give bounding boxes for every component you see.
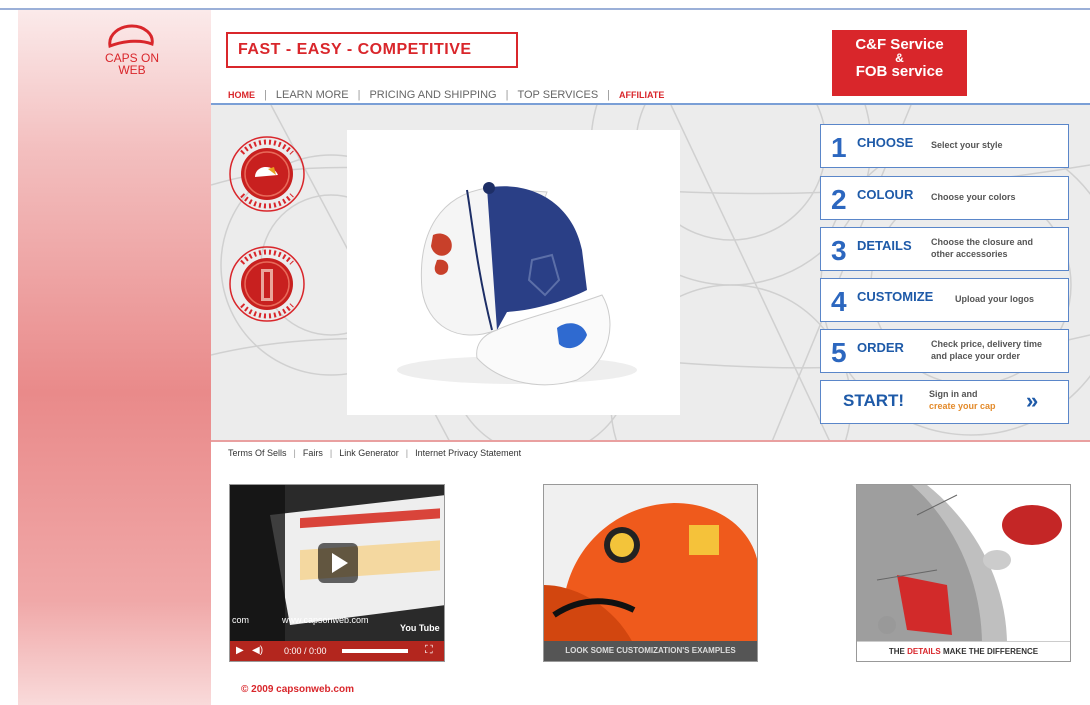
link-generator[interactable]: Link Generator (339, 448, 399, 458)
step-customize[interactable]: 4 CUSTOMIZE Upload your logos (820, 278, 1069, 322)
link-separator: | (293, 448, 296, 458)
fullscreen-icon[interactable]: ⛶ (425, 644, 433, 657)
link-separator: | (329, 448, 333, 458)
video-controls: ▶ ◀) 0:00 / 0:00 ⛶ (230, 641, 444, 661)
details-thumb[interactable]: THE DETAILS MAKE THE DIFFERENCE (856, 484, 1071, 662)
step-choose[interactable]: 1 CHOOSE Select your style (820, 124, 1069, 168)
top-quality-embroidery-seal-icon (229, 246, 305, 322)
video-player[interactable]: com www.capsonweb.com You Tube ▶ ◀) 0:00… (229, 484, 445, 662)
site-logo[interactable]: CAPS ON WEB (97, 22, 167, 102)
step-number: 5 (831, 337, 847, 368)
step-title: CUSTOMIZE (857, 289, 934, 304)
top-quality-cap-seal-icon (229, 136, 305, 212)
logo-text-line2: WEB (118, 63, 146, 77)
step-number: 4 (831, 286, 847, 317)
slogan-box: FAST - EASY - COMPETITIVE (226, 32, 518, 68)
nav-separator: | (357, 89, 361, 101)
step-details[interactable]: 3 DETAILS Choose the closure and other ac… (820, 227, 1069, 271)
link-separator: | (405, 448, 409, 458)
step-description: Check price, delivery time and place your… (931, 339, 1043, 361)
nav-home[interactable]: HOME (228, 90, 255, 100)
page: CAPS ON WEB FAST - EASY - COMPETITIVE HO… (0, 0, 1090, 705)
start-button[interactable]: START! Sign in and create your cap » (820, 380, 1069, 424)
baseball-cap-image (397, 182, 637, 386)
customization-examples-thumb[interactable]: LOOK SOME CUSTOMIZATION'S EXAMPLES (543, 484, 758, 662)
step-title: COLOUR (857, 187, 914, 202)
link-privacy-statement[interactable]: Internet Privacy Statement (415, 448, 521, 458)
play-icon[interactable] (318, 543, 358, 583)
orange-cap-image (544, 485, 757, 645)
thumb-caption: LOOK SOME CUSTOMIZATION'S EXAMPLES (544, 641, 757, 661)
video-com-text: com (232, 615, 250, 625)
start-label: START! (843, 391, 905, 410)
link-terms-of-sells[interactable]: Terms Of Sells (228, 448, 287, 458)
nav-separator: | (607, 89, 611, 101)
start-description: Sign in and create your cap (929, 389, 996, 412)
copyright-text: © 2009 capsonweb.com (241, 684, 354, 695)
nav-separator: | (505, 89, 509, 101)
video-url-text: www.capsonweb.com (282, 615, 369, 625)
step-description: Choose your colors (931, 192, 1016, 202)
step-description: Choose the closure and other accessories (931, 237, 1034, 259)
youtube-logo[interactable]: You Tube (400, 623, 440, 633)
step-title: CHOOSE (857, 135, 914, 150)
play-control-icon[interactable]: ▶ (236, 645, 244, 656)
step-description: Select your style (931, 140, 1003, 150)
main-nav: HOME | LEARN MORE | PRICING AND SHIPPING | TOP… (228, 89, 664, 101)
step-number: 3 (831, 235, 847, 266)
step-title: ORDER (857, 340, 904, 355)
product-cap-image[interactable] (347, 130, 680, 415)
cf-fob-service-badge[interactable]: C&F Service & FOB service (832, 30, 967, 96)
left-gradient-column (18, 10, 211, 705)
seek-bar[interactable] (342, 649, 408, 653)
step-description: Upload your logos (955, 294, 1035, 304)
step-order[interactable]: 5 ORDER Check price, delivery time and pl… (820, 329, 1069, 373)
double-chevron-right-icon: » (1026, 388, 1039, 413)
step-colour[interactable]: 2 COLOUR Choose your colors (820, 176, 1069, 220)
cap-details-diagram (857, 485, 1070, 645)
nav-top-services[interactable]: TOP SERVICES (517, 89, 598, 101)
volume-icon[interactable]: ◀) (252, 645, 263, 656)
nav-affiliate[interactable]: AFFILIATE (619, 90, 664, 100)
nav-separator: | (264, 89, 267, 101)
create-cap-link[interactable]: create your cap (929, 400, 996, 412)
cap-logo-icon (108, 24, 154, 49)
step-number: 1 (831, 132, 847, 163)
link-fairs[interactable]: Fairs (303, 448, 323, 458)
nav-learn-more[interactable]: LEARN MORE (276, 89, 349, 101)
video-time: 0:00 / 0:00 (284, 646, 327, 656)
thumb-caption: THE DETAILS MAKE THE DIFFERENCE (857, 641, 1070, 661)
step-title: DETAILS (857, 238, 912, 253)
footer-links: Terms Of Sells | Fairs | Link Generator | Inte… (228, 448, 521, 458)
step-number: 2 (831, 184, 847, 215)
nav-pricing[interactable]: PRICING AND SHIPPING (369, 89, 496, 101)
badge-line3: FOB service (855, 63, 944, 80)
